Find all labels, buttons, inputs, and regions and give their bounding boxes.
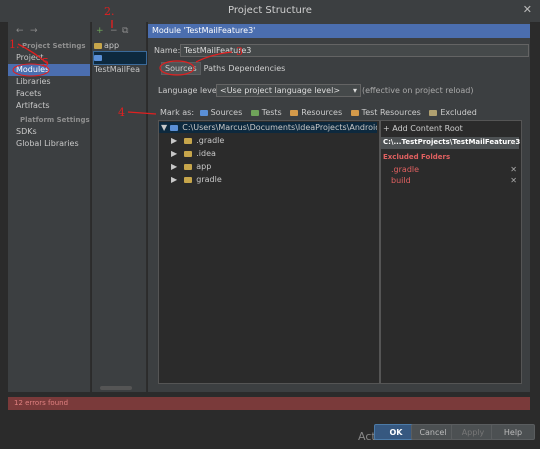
annotation-marks <box>12 20 233 115</box>
